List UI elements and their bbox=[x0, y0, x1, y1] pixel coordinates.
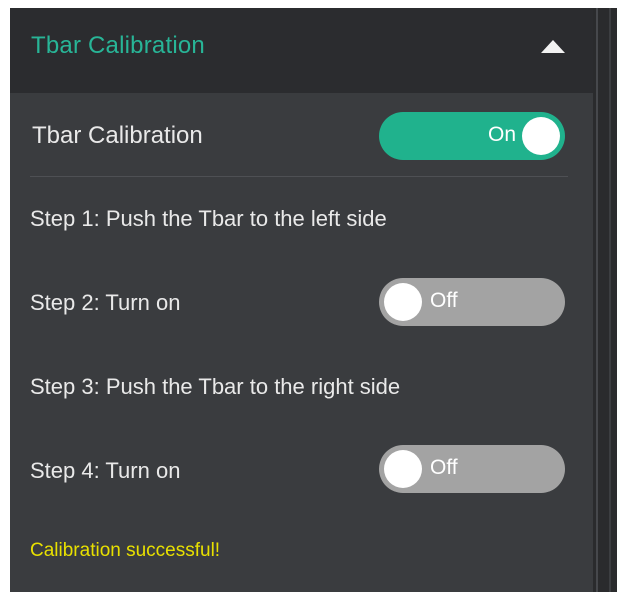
step-2-toggle-label: Off bbox=[430, 289, 458, 312]
calibration-toggle-label: On bbox=[487, 123, 516, 146]
divider bbox=[30, 176, 568, 177]
status-message: Calibration successful! bbox=[30, 540, 221, 561]
step-2-toggle[interactable]: Off bbox=[379, 278, 565, 326]
toggle-knob bbox=[384, 283, 422, 321]
step-3-text: Step 3: Push the Tbar to the right side bbox=[30, 374, 401, 399]
step-1-text: Step 1: Push the Tbar to the left side bbox=[30, 206, 387, 231]
scrollbar-track[interactable] bbox=[593, 8, 617, 592]
calibration-label: Tbar Calibration bbox=[32, 122, 203, 149]
toggle-knob bbox=[384, 450, 422, 488]
step-4-toggle[interactable]: Off bbox=[379, 445, 565, 493]
scrollbar-edge bbox=[609, 8, 611, 592]
caret-up-icon[interactable] bbox=[541, 40, 565, 53]
step-4-text: Step 4: Turn on bbox=[30, 458, 181, 483]
step-4-toggle-label: Off bbox=[430, 456, 458, 479]
section-title: Tbar Calibration bbox=[31, 32, 205, 59]
scrollbar-edge bbox=[596, 8, 598, 592]
section-header[interactable]: Tbar Calibration bbox=[10, 8, 593, 93]
step-2-text: Step 2: Turn on bbox=[30, 290, 181, 315]
screen: Tbar Calibration Tbar Calibration On Ste… bbox=[0, 0, 617, 592]
toggle-knob bbox=[522, 117, 560, 155]
settings-panel: Tbar Calibration Tbar Calibration On Ste… bbox=[10, 8, 593, 592]
calibration-toggle[interactable]: On bbox=[379, 112, 565, 160]
